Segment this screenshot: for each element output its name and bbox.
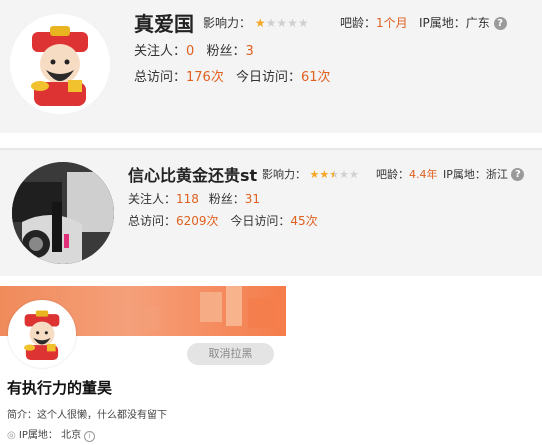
fans-count[interactable]: 3 [245,44,253,59]
total-visits-label: 总访问： [128,214,177,228]
ip-label: IP属地： [443,168,486,181]
half-star-icon: ★ [329,168,340,181]
bio: 简介：这个人很懒，什么都没有留下 [7,406,167,421]
visits-row: 总访问：176次 今日访问：61次 [134,66,331,85]
ip-location: ◎ IP属地： 北京 i [7,426,96,442]
fans-count[interactable]: 31 [245,192,260,206]
age-value: 4.4年 [409,168,438,181]
star-icon: ★ [349,168,359,181]
account-age: 吧龄：1个月 [340,14,408,31]
ip-value: 广东 [465,16,490,30]
ip-value: 浙江 [485,168,508,181]
ip-label: IP属地： [18,430,58,441]
star-icon: ★ [265,16,277,30]
total-visits-value: 176次 [186,70,224,85]
fans-label: 粉丝： [208,192,245,206]
help-icon[interactable]: ? [493,17,507,30]
star-icon: ★ [297,16,309,30]
bio-label: 简介： [7,410,37,421]
influence-stars: ★★★★★ [255,16,309,30]
username[interactable]: 真爱国 [134,8,194,37]
today-visits-value: 45次 [290,214,318,228]
influence-stars: ★★★★★ [310,168,359,181]
star-icon: ★ [276,16,288,30]
age-label: 吧龄： [376,168,409,181]
profile-card-2: 信心比黄金还贵st 影响力： ★★★★★ 吧龄：4.4年 IP属地：浙江 ? 关… [0,148,542,276]
account-age: 吧龄：4.4年 [376,166,438,182]
star-icon: ★ [309,168,320,181]
total-visits-value: 6209次 [176,214,219,228]
star-icon: ★ [287,16,298,30]
fans-label: 粉丝： [206,44,246,59]
info-icon[interactable]: i [84,431,96,442]
follow-count[interactable]: 0 [186,44,194,59]
ip-location: IP属地：浙江 ? [443,166,525,182]
bio-text: 这个人很懒，什么都没有留下 [37,410,167,421]
avatar[interactable] [12,162,114,264]
today-visits-label: 今日访问： [235,70,301,85]
follow-label: 关注人： [128,192,177,206]
ip-label: IP属地： [419,16,466,30]
influence-row: 影响力： ★★★★★ [203,14,309,31]
car-photo-avatar-icon [12,162,114,264]
star-icon: ★ [319,168,330,181]
username[interactable]: 信心比黄金还贵st [128,162,257,186]
help-icon[interactable]: ? [511,168,525,181]
age-label: 吧龄： [340,16,377,30]
star-icon: ★ [339,168,349,181]
username[interactable]: 有执行力的董昊 [7,377,112,398]
star-icon: ★ [254,16,266,30]
profile-card-3 [0,286,286,445]
follow-row: 关注人：0 粉丝：3 [134,40,254,59]
follow-label: 关注人： [134,44,187,59]
profile-card-1: 真爱国 影响力： ★★★★★ 吧龄：1个月 IP属地：广东 ? 关注人：0 粉丝… [0,0,542,133]
influence-label: 影响力： [203,16,252,30]
god-of-wealth-avatar-icon [11,303,73,365]
visits-row: 总访问：6209次 今日访问：45次 [128,212,318,229]
unblock-button[interactable]: 取消拉黑 [187,343,274,365]
total-visits-label: 总访问： [134,70,187,85]
influence-label: 影响力： [262,168,306,181]
location-icon: ◎ [7,430,16,441]
influence-row: 影响力： ★★★★★ [262,166,359,182]
age-value: 1个月 [376,16,408,30]
ip-value: 北京 [61,430,82,441]
today-visits-label: 今日访问： [230,214,291,228]
avatar[interactable] [8,300,76,368]
god-of-wealth-avatar-icon [10,14,110,114]
follow-count[interactable]: 118 [176,192,199,206]
today-visits-value: 61次 [301,70,331,85]
ip-location: IP属地：广东 ? [419,14,507,31]
follow-row: 关注人：118 粉丝：31 [128,190,260,207]
avatar[interactable] [10,14,110,114]
